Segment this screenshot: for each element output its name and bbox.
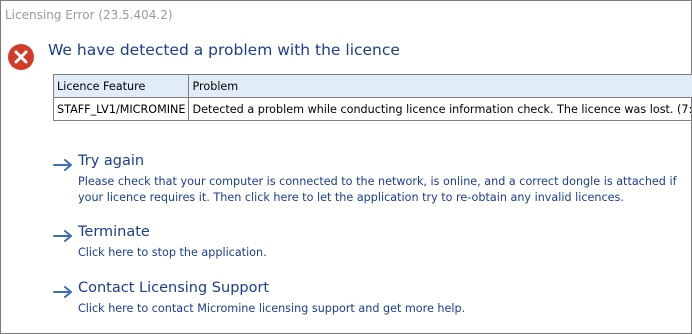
window-title: Licensing Error (23.5.404.2)	[5, 8, 173, 22]
contact-support-link[interactable]: Contact Licensing Support	[78, 280, 269, 296]
arrow-right-icon	[53, 286, 72, 298]
terminate-description[interactable]: Click here to stop the application.	[78, 245, 688, 261]
try-again-link[interactable]: Try again	[78, 153, 144, 169]
table-header-row: Licence Feature Problem	[52, 74, 692, 98]
column-header-problem: Problem	[188, 74, 692, 98]
error-x-icon	[8, 44, 34, 70]
column-header-licence-feature: Licence Feature	[52, 74, 190, 98]
arrow-right-icon	[53, 230, 72, 242]
error-heading: We have detected a problem with the lice…	[48, 41, 400, 59]
arrow-right-icon	[53, 159, 72, 171]
licence-feature-cell: STAFF_LV1/MICROMINE	[52, 97, 190, 121]
licensing-error-dialog: Licensing Error (23.5.404.2) We have det…	[0, 0, 692, 334]
terminate-link[interactable]: Terminate	[78, 224, 150, 240]
problem-cell: Detected a problem while conducting lice…	[188, 97, 692, 121]
try-again-description[interactable]: Please check that your computer is conne…	[78, 174, 688, 206]
licence-problem-table: Licence Feature Problem STAFF_LV1/MICROM…	[52, 74, 692, 121]
contact-support-description[interactable]: Click here to contact Micromine licensin…	[78, 301, 688, 317]
table-row[interactable]: STAFF_LV1/MICROMINE Detected a problem w…	[52, 97, 692, 121]
title-bar[interactable]: Licensing Error (23.5.404.2)	[2, 2, 690, 30]
